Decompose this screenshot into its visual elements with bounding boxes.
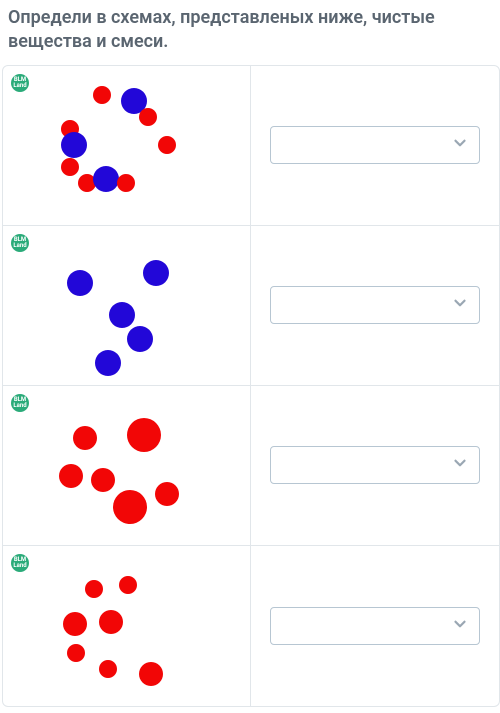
diagram-cell: BLM Land [3,66,251,225]
particle [139,662,163,686]
answer-cell [251,226,499,385]
particle [117,174,135,192]
particle [93,166,119,192]
particle-diagram-2 [3,226,250,385]
particle [67,270,93,296]
particle [113,490,147,524]
chevron-down-icon [451,134,469,156]
particle [127,418,161,452]
particle [109,302,135,328]
classification-select[interactable] [270,446,480,484]
particle [63,612,87,636]
table-row: BLM Land [3,66,499,226]
diagram-cell: BLM Land [3,226,251,385]
answer-cell [251,66,499,225]
diagram-cell: BLM Land [3,546,251,706]
particle [85,580,103,598]
particle [139,108,157,126]
particle [61,158,79,176]
particle [127,326,153,352]
chevron-down-icon [451,615,469,637]
chevron-down-icon [451,294,469,316]
table-row: BLM Land [3,546,499,706]
particle [59,464,83,488]
classification-select[interactable] [270,126,480,164]
particle [67,644,85,662]
classification-select[interactable] [270,286,480,324]
particle [61,132,87,158]
chevron-down-icon [451,454,469,476]
question-prompt: Определи в схемах, представленых ниже, ч… [0,0,500,65]
classification-select[interactable] [270,607,480,645]
particle-diagram-3 [3,386,250,545]
particle [99,610,123,634]
particle [143,260,169,286]
particle [73,426,97,450]
diagram-table: BLM Land BLM Land [2,65,500,707]
answer-cell [251,546,499,706]
particle [155,482,179,506]
table-row: BLM Land [3,386,499,546]
particle-diagram-4 [3,546,250,706]
particle-diagram-1 [3,66,250,225]
particle [93,86,111,104]
particle [95,350,121,376]
particle [91,468,115,492]
particle [119,576,137,594]
table-row: BLM Land [3,226,499,386]
particle [158,136,176,154]
particle [99,660,117,678]
answer-cell [251,386,499,545]
diagram-cell: BLM Land [3,386,251,545]
